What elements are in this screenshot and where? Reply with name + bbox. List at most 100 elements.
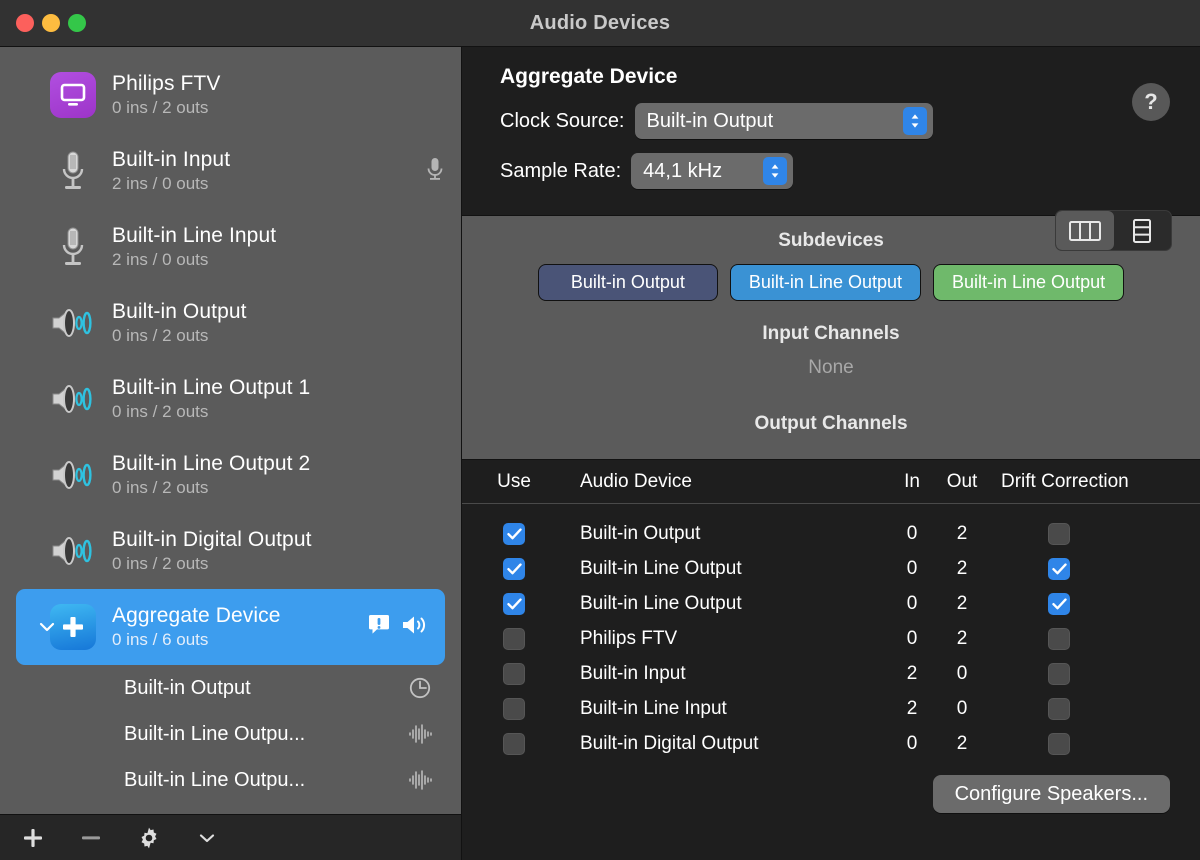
table-row[interactable]: Built-in Output 0 2 [462, 516, 1200, 551]
out-count-cell: 0 [936, 691, 988, 726]
device-io: 2 ins / 0 outs [112, 250, 447, 270]
device-name-cell: Built-in Digital Output [566, 726, 888, 761]
view-mode-toggle[interactable] [1055, 210, 1172, 251]
device-io: 0 ins / 6 outs [112, 630, 367, 650]
device-row-aggregate-device[interactable]: Aggregate Device 0 ins / 6 outs [16, 589, 445, 665]
device-row-built-in-digital-output[interactable]: Built-in Digital Output 0 ins / 2 outs [0, 513, 461, 589]
column-header-in[interactable]: In [888, 460, 936, 503]
subdevice-chip-built-in-line-output-2[interactable]: Built-in Line Output [933, 264, 1124, 301]
minus-icon[interactable] [76, 824, 106, 852]
drift-correction-cell[interactable] [988, 516, 1200, 551]
device-name-cell: Built-in Output [566, 516, 888, 551]
device-name-cell: Built-in Line Input [566, 691, 888, 726]
drift-correction-cell[interactable] [988, 691, 1200, 726]
subdevice-row-built-in-output[interactable]: Built-in Output [0, 665, 461, 711]
aggregate-device-panel: Aggregate Device Clock Source: Built-in … [462, 47, 1200, 860]
use-checkbox[interactable] [462, 656, 566, 691]
sample-rate-value: 44,1 kHz [643, 160, 722, 183]
page-title: Aggregate Device [500, 65, 1170, 89]
chevron-down-icon[interactable] [192, 824, 222, 852]
alert-badge-icon [367, 613, 391, 642]
sample-rate-row: Sample Rate: 44,1 kHz [500, 153, 1170, 189]
clock-source-select[interactable]: Built-in Output [635, 103, 933, 139]
checkmark-icon [1048, 593, 1070, 615]
empty-checkbox-icon [1048, 663, 1070, 685]
empty-checkbox-icon [503, 733, 525, 755]
device-name: Built-in Digital Output [112, 528, 447, 552]
empty-checkbox-icon [503, 663, 525, 685]
device-name: Philips FTV [112, 72, 447, 96]
table-row[interactable]: Philips FTV 0 2 [462, 621, 1200, 656]
tv-icon [48, 70, 98, 120]
list-view-icon[interactable] [1114, 211, 1172, 250]
close-button[interactable] [16, 14, 34, 32]
device-row-built-in-input[interactable]: Built-in Input 2 ins / 0 outs [0, 133, 461, 209]
subdevice-row-built-in-line-output-1[interactable]: Built-in Line Outpu... [0, 711, 461, 757]
column-header-use[interactable]: Use [462, 460, 566, 503]
table-row[interactable]: Built-in Digital Output 0 2 [462, 726, 1200, 761]
waveform-icon [407, 721, 433, 747]
device-row-built-in-output[interactable]: Built-in Output 0 ins / 2 outs [0, 285, 461, 361]
help-button[interactable]: ? [1132, 83, 1170, 121]
device-name-cell: Built-in Line Output [566, 586, 888, 621]
window-title: Audio Devices [0, 12, 1200, 35]
checkmark-icon [503, 558, 525, 580]
out-count-cell: 2 [936, 586, 988, 621]
out-count-cell: 2 [936, 621, 988, 656]
device-row-built-in-line-output-2[interactable]: Built-in Line Output 2 0 ins / 2 outs [0, 437, 461, 513]
columns-view-icon[interactable] [1056, 211, 1114, 250]
configure-speakers-button[interactable]: Configure Speakers... [933, 775, 1170, 813]
chevron-up-down-icon [763, 157, 787, 185]
device-name-cell: Built-in Line Output [566, 551, 888, 586]
column-header-audio-device[interactable]: Audio Device [566, 460, 888, 503]
input-channels-value: None [462, 357, 1200, 379]
clock-source-row: Clock Source: Built-in Output [500, 103, 1170, 139]
in-count-cell: 0 [888, 726, 936, 761]
window-titlebar: Audio Devices [0, 0, 1200, 47]
table-row[interactable]: Built-in Line Input 2 0 [462, 691, 1200, 726]
sample-rate-select[interactable]: 44,1 kHz [631, 153, 793, 189]
clock-source-label: Clock Source: [500, 110, 625, 133]
table-row[interactable]: Built-in Input 2 0 [462, 656, 1200, 691]
panel-header: Aggregate Device Clock Source: Built-in … [462, 47, 1200, 215]
drift-correction-cell[interactable] [988, 621, 1200, 656]
chevron-up-down-icon [903, 107, 927, 135]
drift-correction-cell[interactable] [988, 586, 1200, 621]
use-checkbox[interactable] [462, 691, 566, 726]
zoom-button[interactable] [68, 14, 86, 32]
clock-icon [407, 675, 433, 701]
gear-icon[interactable] [134, 824, 164, 852]
subdevice-chip-built-in-line-output-1[interactable]: Built-in Line Output [730, 264, 921, 301]
use-checkbox[interactable] [462, 621, 566, 656]
table-row[interactable]: Built-in Line Output 0 2 [462, 586, 1200, 621]
out-count-cell: 2 [936, 726, 988, 761]
device-io: 0 ins / 2 outs [112, 478, 447, 498]
use-checkbox[interactable] [462, 516, 566, 551]
device-io: 0 ins / 2 outs [112, 98, 447, 118]
minimize-button[interactable] [42, 14, 60, 32]
subdevice-chip-built-in-output[interactable]: Built-in Output [538, 264, 718, 301]
device-name: Built-in Line Input [112, 224, 447, 248]
use-checkbox[interactable] [462, 551, 566, 586]
use-checkbox[interactable] [462, 726, 566, 761]
table-row[interactable]: Built-in Line Output 0 2 [462, 551, 1200, 586]
drift-correction-cell[interactable] [988, 656, 1200, 691]
audio-devices-window: Audio Devices Philips [0, 0, 1200, 860]
use-checkbox[interactable] [462, 586, 566, 621]
subdevice-row-built-in-line-output-2[interactable]: Built-in Line Outpu... [0, 757, 461, 803]
in-count-cell: 2 [888, 691, 936, 726]
device-io: 2 ins / 0 outs [112, 174, 425, 194]
device-row-built-in-line-output-1[interactable]: Built-in Line Output 1 0 ins / 2 outs [0, 361, 461, 437]
column-header-out[interactable]: Out [936, 460, 988, 503]
drift-correction-cell[interactable] [988, 551, 1200, 586]
device-row-built-in-line-input[interactable]: Built-in Line Input 2 ins / 0 outs [0, 209, 461, 285]
device-io: 0 ins / 2 outs [112, 402, 447, 422]
chevron-down-icon[interactable] [38, 618, 56, 636]
in-count-cell: 0 [888, 621, 936, 656]
plus-icon[interactable] [18, 824, 48, 852]
speaker-icon [48, 298, 98, 348]
device-row-philips-ftv[interactable]: Philips FTV 0 ins / 2 outs [0, 57, 461, 133]
speaker-badge-icon [401, 613, 429, 642]
drift-correction-cell[interactable] [988, 726, 1200, 761]
column-header-drift-correction[interactable]: Drift Correction [988, 460, 1200, 503]
